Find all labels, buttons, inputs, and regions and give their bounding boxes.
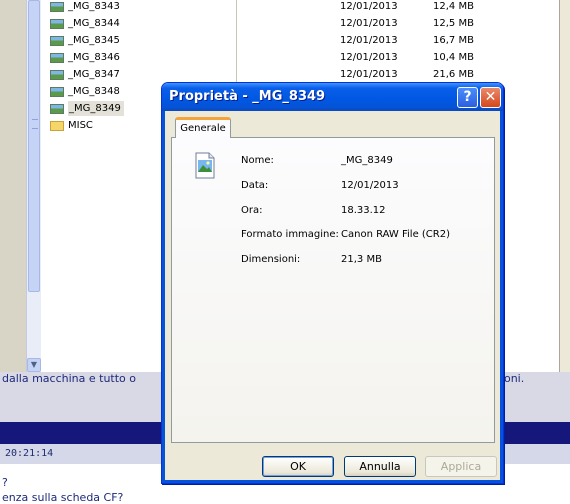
tree-item-label: _MG_8346 xyxy=(68,52,120,63)
tree-item-label: _MG_8349 xyxy=(68,101,124,116)
tree-item-label: _MG_8345 xyxy=(68,35,120,46)
scroll-down-icon[interactable]: ▼ xyxy=(27,358,41,372)
file-date: 12/01/2013 xyxy=(340,69,398,80)
close-button[interactable]: ✕ xyxy=(480,87,501,108)
image-file-icon xyxy=(195,152,215,179)
dialog-border xyxy=(500,111,503,483)
properties-dialog: Proprietà - _MG_8349 ? ✕ Generale Nome: … xyxy=(161,82,504,484)
tree-item-label: _MG_8348 xyxy=(68,86,120,97)
file-size: 21,6 MB xyxy=(433,69,474,80)
file-date: 12/01/2013 xyxy=(340,1,398,12)
tab-generale[interactable]: Generale xyxy=(175,117,231,138)
close-icon: ✕ xyxy=(484,89,497,105)
background-text: ? xyxy=(2,476,8,489)
help-icon: ? xyxy=(463,89,472,105)
file-date: 12/01/2013 xyxy=(340,18,398,29)
file-row[interactable]: 12/01/2013 16,7 MB xyxy=(340,33,474,48)
scrollbar-thumb[interactable] xyxy=(28,0,40,292)
property-value-size: 21,3 MB xyxy=(341,254,382,265)
explorer-right-edge xyxy=(559,0,570,372)
background-text: enza sulla scheda CF? xyxy=(2,491,124,504)
property-label: Nome: xyxy=(241,155,274,166)
image-file-icon xyxy=(50,52,64,63)
image-file-icon xyxy=(50,69,64,80)
file-size: 12,5 MB xyxy=(433,18,474,29)
image-file-icon xyxy=(50,35,64,46)
file-row[interactable]: 12/01/2013 12,5 MB xyxy=(340,16,474,31)
tree-item-folder[interactable]: MISC xyxy=(50,118,93,133)
tree-item[interactable]: _MG_8343 xyxy=(50,0,120,14)
tree-item[interactable]: _MG_8345 xyxy=(50,33,120,48)
file-row[interactable]: 12/01/2013 21,6 MB xyxy=(340,67,474,82)
tree-item-label: _MG_8344 xyxy=(68,18,120,29)
file-size: 12,4 MB xyxy=(433,1,474,12)
dialog-border xyxy=(162,111,165,483)
file-row[interactable]: 12/01/2013 12,4 MB xyxy=(340,0,474,14)
tab-panel-generale: Nome: _MG_8349 Data: 12/01/2013 Ora: 18.… xyxy=(171,137,495,443)
tree-item[interactable]: _MG_8347 xyxy=(50,67,120,82)
tree-scrollbar[interactable]: ▼ xyxy=(26,0,41,372)
tree-item[interactable]: _MG_8346 xyxy=(50,50,120,65)
file-size: 16,7 MB xyxy=(433,35,474,46)
property-value-date: 12/01/2013 xyxy=(341,180,399,191)
background-timestamp: 20:21:14 xyxy=(5,448,54,459)
property-value-format: Canon RAW File (CR2) xyxy=(341,229,450,240)
folder-icon xyxy=(50,120,64,131)
file-date: 12/01/2013 xyxy=(340,35,398,46)
property-value-time: 18.33.12 xyxy=(341,205,386,216)
grip-icon xyxy=(32,119,38,129)
dialog-title: Proprietà - _MG_8349 xyxy=(169,89,326,104)
tree-item-label: _MG_8343 xyxy=(68,1,120,12)
file-size: 10,4 MB xyxy=(433,52,474,63)
image-file-icon xyxy=(50,103,64,114)
help-button[interactable]: ? xyxy=(457,87,478,108)
background-text: dalla macchina e tutto o xyxy=(2,372,136,385)
file-date: 12/01/2013 xyxy=(340,52,398,63)
apply-button[interactable]: Applica xyxy=(425,456,497,477)
file-row[interactable]: 12/01/2013 10,4 MB xyxy=(340,50,474,65)
property-label: Dimensioni: xyxy=(241,254,301,265)
property-label: Data: xyxy=(241,180,269,191)
tree-item-label: _MG_8347 xyxy=(68,69,120,80)
image-file-icon xyxy=(50,86,64,97)
cancel-button[interactable]: Annulla xyxy=(344,456,416,477)
image-file-icon xyxy=(50,1,64,12)
dialog-titlebar[interactable]: Proprietà - _MG_8349 ? ✕ xyxy=(162,83,503,111)
property-label: Ora: xyxy=(241,205,263,216)
tree-item[interactable]: _MG_8348 xyxy=(50,84,120,99)
tree-item[interactable]: _MG_8344 xyxy=(50,16,120,31)
tree-item-label: MISC xyxy=(68,120,93,131)
property-value-name: _MG_8349 xyxy=(341,155,393,166)
ok-button[interactable]: OK xyxy=(262,456,334,477)
dialog-border xyxy=(162,480,503,483)
tree-item-selected[interactable]: _MG_8349 xyxy=(50,101,124,116)
property-label: Formato immagine: xyxy=(241,229,339,240)
image-file-icon xyxy=(50,18,64,29)
